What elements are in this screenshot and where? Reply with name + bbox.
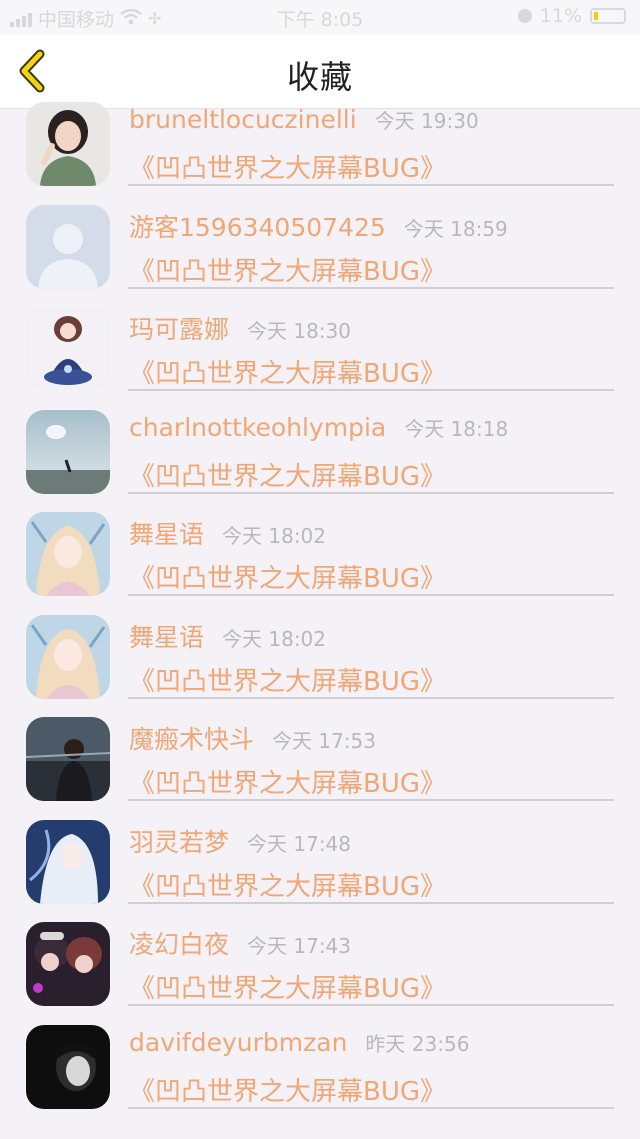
row-divider bbox=[128, 696, 614, 699]
username[interactable]: 玛可露娜 bbox=[129, 310, 229, 346]
row-divider bbox=[128, 389, 614, 391]
username[interactable]: 魔瘢术快斗 bbox=[129, 720, 254, 756]
name-line: bruneltlocuczinelli 今天 19:30 bbox=[129, 105, 479, 134]
username[interactable]: 游客1596340507425 bbox=[129, 208, 386, 244]
row-divider bbox=[128, 594, 614, 596]
status-bar: 中国移动 ✢ 下午 8:05 11% bbox=[0, 0, 640, 34]
timestamp: 今天 19:30 bbox=[374, 109, 479, 133]
favorite-row[interactable]: 舞星语 今天 18:02 《凹凸世界之大屏幕BUG》 bbox=[0, 614, 640, 723]
favorite-row[interactable]: 凌幻白夜 今天 17:43 《凹凸世界之大屏幕BUG》 bbox=[0, 922, 640, 1030]
favorite-title-link[interactable]: 《凹凸世界之大屏幕BUG》 bbox=[129, 148, 446, 185]
user-avatar[interactable] bbox=[26, 614, 110, 699]
row-divider bbox=[128, 491, 614, 494]
user-avatar[interactable] bbox=[26, 922, 110, 1006]
favorite-row[interactable]: 游客1596340507425 今天 18:59 《凹凸世界之大屏幕BUG》 bbox=[0, 204, 640, 313]
user-avatar[interactable] bbox=[26, 717, 110, 801]
user-avatar[interactable] bbox=[26, 512, 110, 596]
name-line: 玛可露娜 今天 18:30 bbox=[129, 310, 351, 346]
battery-percent: 11% bbox=[539, 5, 582, 27]
user-avatar[interactable] bbox=[26, 204, 110, 289]
username[interactable]: charlnottkeohlympia bbox=[129, 413, 386, 442]
name-line: 羽灵若梦 今天 17:48 bbox=[129, 823, 351, 859]
user-avatar[interactable] bbox=[26, 1024, 110, 1109]
name-line: 舞星语 今天 18:02 bbox=[129, 515, 326, 551]
name-line: davifdeyurbmzan 昨天 23:56 bbox=[129, 1028, 469, 1057]
favorite-row[interactable]: 舞星语 今天 18:02 《凹凸世界之大屏幕BUG》 bbox=[0, 512, 640, 620]
timestamp: 今天 18:18 bbox=[404, 416, 509, 441]
timestamp: 今天 18:59 bbox=[403, 216, 508, 241]
favorite-row[interactable]: 羽灵若梦 今天 17:48 《凹凸世界之大屏幕BUG》 bbox=[0, 819, 640, 928]
row-divider bbox=[128, 184, 614, 186]
user-avatar[interactable] bbox=[26, 102, 110, 186]
timestamp: 今天 17:48 bbox=[247, 831, 352, 856]
row-divider bbox=[128, 1004, 614, 1006]
username[interactable]: 舞星语 bbox=[129, 515, 204, 551]
user-avatar[interactable] bbox=[26, 409, 110, 494]
favorite-title-link[interactable]: 《凹凸世界之大屏幕BUG》 bbox=[129, 968, 446, 1005]
user-avatar[interactable] bbox=[26, 819, 110, 904]
favorite-title-link[interactable]: 《凹凸世界之大屏幕BUG》 bbox=[129, 661, 446, 698]
nav-bar: 收藏 bbox=[0, 34, 640, 109]
favorite-title-link[interactable]: 《凹凸世界之大屏幕BUG》 bbox=[129, 1071, 446, 1108]
username[interactable]: bruneltlocuczinelli bbox=[129, 105, 357, 134]
timestamp: 今天 17:53 bbox=[272, 729, 377, 753]
row-divider bbox=[128, 799, 614, 801]
status-right: 11% bbox=[517, 5, 626, 27]
username[interactable]: 舞星语 bbox=[129, 618, 204, 654]
favorite-row[interactable]: davifdeyurbmzan 昨天 23:56 《凹凸世界之大屏幕BUG》 bbox=[0, 1024, 640, 1133]
favorite-title-link[interactable]: 《凹凸世界之大屏幕BUG》 bbox=[129, 251, 446, 288]
username[interactable]: 羽灵若梦 bbox=[129, 823, 229, 859]
battery-icon bbox=[590, 8, 626, 24]
username[interactable]: 凌幻白夜 bbox=[129, 925, 229, 961]
timestamp: 今天 18:02 bbox=[222, 626, 327, 651]
name-line: charlnottkeohlympia 今天 18:18 bbox=[129, 413, 508, 442]
favorite-row[interactable]: bruneltlocuczinelli 今天 19:30 《凹凸世界之大屏幕BUG》 bbox=[0, 102, 640, 210]
user-avatar[interactable] bbox=[26, 307, 110, 391]
favorite-row[interactable]: 玛可露娜 今天 18:30 《凹凸世界之大屏幕BUG》 bbox=[0, 307, 640, 415]
timestamp: 昨天 23:56 bbox=[365, 1031, 470, 1056]
username[interactable]: davifdeyurbmzan bbox=[129, 1028, 347, 1057]
favorite-row[interactable]: charlnottkeohlympia 今天 18:18 《凹凸世界之大屏幕BUG》 bbox=[0, 409, 640, 518]
row-divider bbox=[128, 1106, 614, 1109]
timestamp: 今天 17:43 bbox=[247, 934, 352, 958]
favorite-title-link[interactable]: 《凹凸世界之大屏幕BUG》 bbox=[129, 353, 446, 390]
timestamp: 今天 18:30 bbox=[247, 319, 352, 343]
name-line: 舞星语 今天 18:02 bbox=[129, 618, 326, 654]
row-divider bbox=[128, 901, 614, 904]
favorite-title-link[interactable]: 《凹凸世界之大屏幕BUG》 bbox=[129, 866, 446, 903]
timestamp: 今天 18:02 bbox=[222, 524, 327, 548]
favorite-row[interactable]: 魔瘢术快斗 今天 17:53 《凹凸世界之大屏幕BUG》 bbox=[0, 717, 640, 825]
page-title: 收藏 bbox=[286, 58, 353, 96]
favorite-title-link[interactable]: 《凹凸世界之大屏幕BUG》 bbox=[129, 558, 446, 595]
favorite-title-link[interactable]: 《凹凸世界之大屏幕BUG》 bbox=[129, 456, 446, 493]
name-line: 魔瘢术快斗 今天 17:53 bbox=[129, 720, 376, 756]
favorite-title-link[interactable]: 《凹凸世界之大屏幕BUG》 bbox=[129, 763, 446, 800]
name-line: 游客1596340507425 今天 18:59 bbox=[129, 208, 508, 244]
row-divider bbox=[128, 286, 614, 289]
name-line: 凌幻白夜 今天 17:43 bbox=[129, 925, 351, 961]
moon-icon bbox=[517, 9, 532, 23]
